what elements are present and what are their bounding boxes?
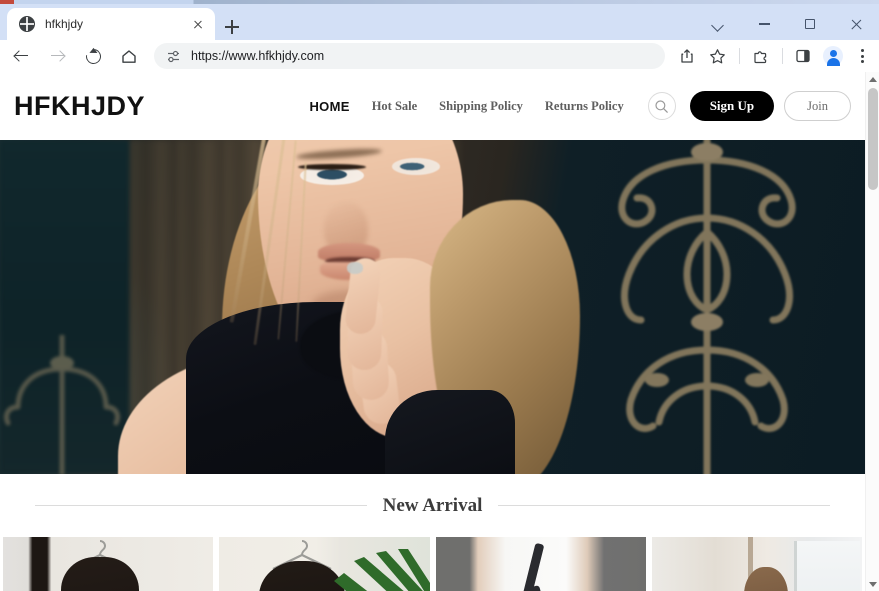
room-window — [794, 541, 860, 591]
plus-icon[interactable] — [219, 14, 245, 40]
toolbar-divider — [739, 48, 740, 64]
address-bar[interactable]: https://www.hfkhjdy.com — [154, 43, 665, 69]
scroll-up-icon — [869, 76, 877, 82]
arrow-right-icon — [50, 49, 65, 64]
minimize-button[interactable] — [741, 8, 787, 40]
home-icon — [121, 49, 137, 64]
web-page: HFKHJDY HOME Hot Sale Shipping Policy Re… — [0, 72, 865, 591]
globe-icon — [19, 16, 35, 32]
share-button[interactable] — [673, 42, 701, 70]
signup-button[interactable]: Sign Up — [689, 91, 775, 121]
tune-icon[interactable] — [166, 49, 181, 64]
star-icon — [709, 48, 725, 63]
scroll-up-button[interactable] — [866, 72, 879, 86]
avatar-icon — [823, 46, 843, 66]
close-icon[interactable] — [189, 15, 207, 33]
bookmark-button[interactable] — [703, 42, 731, 70]
extensions-button[interactable] — [746, 42, 774, 70]
site-header: HFKHJDY HOME Hot Sale Shipping Policy Re… — [0, 72, 865, 140]
tab-search-button[interactable] — [695, 8, 741, 40]
product-card[interactable] — [3, 537, 214, 591]
window-controls — [695, 8, 879, 40]
site-logo[interactable]: HFKHJDY — [14, 91, 145, 122]
product-card[interactable] — [219, 537, 430, 591]
nav-link-home[interactable]: HOME — [309, 99, 349, 114]
kebab-menu-icon — [861, 48, 865, 64]
browser-menu-button[interactable] — [849, 42, 877, 70]
section-title: New Arrival — [382, 494, 483, 516]
product-strap-2 — [530, 585, 555, 591]
scroll-thumb[interactable] — [868, 88, 878, 190]
nav-link-shipping-policy[interactable]: Shipping Policy — [439, 99, 523, 114]
minimize-icon — [758, 23, 770, 25]
toolbar-divider-2 — [782, 48, 783, 64]
scroll-down-icon — [869, 581, 877, 587]
maximize-icon — [805, 19, 815, 29]
page-viewport: HFKHJDY HOME Hot Sale Shipping Policy Re… — [0, 72, 879, 591]
side-panel-button[interactable] — [789, 42, 817, 70]
browser-tab[interactable]: hfkhjdy — [7, 8, 215, 40]
profile-button[interactable] — [819, 42, 847, 70]
join-button[interactable]: Join — [784, 91, 851, 121]
side-panel-icon — [796, 49, 810, 63]
nav-link-hot-sale[interactable]: Hot Sale — [372, 99, 417, 114]
product-card[interactable] — [651, 537, 862, 591]
search-button[interactable] — [647, 92, 676, 120]
search-icon — [655, 99, 669, 113]
product-card[interactable] — [435, 537, 646, 591]
back-button[interactable] — [6, 41, 36, 71]
forward-button[interactable] — [42, 41, 72, 71]
hero-banner[interactable] — [0, 140, 865, 474]
divider-left — [34, 505, 367, 506]
close-icon — [850, 18, 862, 30]
share-icon — [681, 49, 693, 63]
new-arrival-section: New Arrival — [0, 474, 865, 537]
chevron-down-icon — [713, 19, 724, 30]
divider-right — [498, 505, 831, 506]
nav-link-returns-policy[interactable]: Returns Policy — [545, 99, 624, 114]
hero-vignette — [0, 140, 865, 474]
reload-icon — [82, 45, 104, 67]
page-scrollbar[interactable] — [865, 72, 879, 591]
browser-toolbar: https://www.hfkhjdy.com — [0, 40, 879, 72]
product-strap — [520, 542, 544, 591]
puzzle-icon — [753, 50, 766, 63]
url-text: https://www.hfkhjdy.com — [191, 49, 325, 63]
maximize-button[interactable] — [787, 8, 833, 40]
tab-strip: hfkhjdy — [0, 4, 879, 40]
site-nav: HOME Hot Sale Shipping Policy Returns Po… — [287, 91, 851, 121]
home-button[interactable] — [114, 41, 144, 71]
palm-plant-icon — [316, 547, 430, 591]
close-window-button[interactable] — [833, 8, 879, 40]
scroll-down-button[interactable] — [866, 577, 879, 591]
reload-button[interactable] — [78, 41, 108, 71]
browser-window: hfkhjdy https://www.hfkhjdy.com HFKHJDY … — [0, 0, 879, 591]
arrow-left-icon — [14, 49, 29, 64]
product-grid — [0, 537, 865, 591]
tab-title: hfkhjdy — [45, 17, 84, 31]
